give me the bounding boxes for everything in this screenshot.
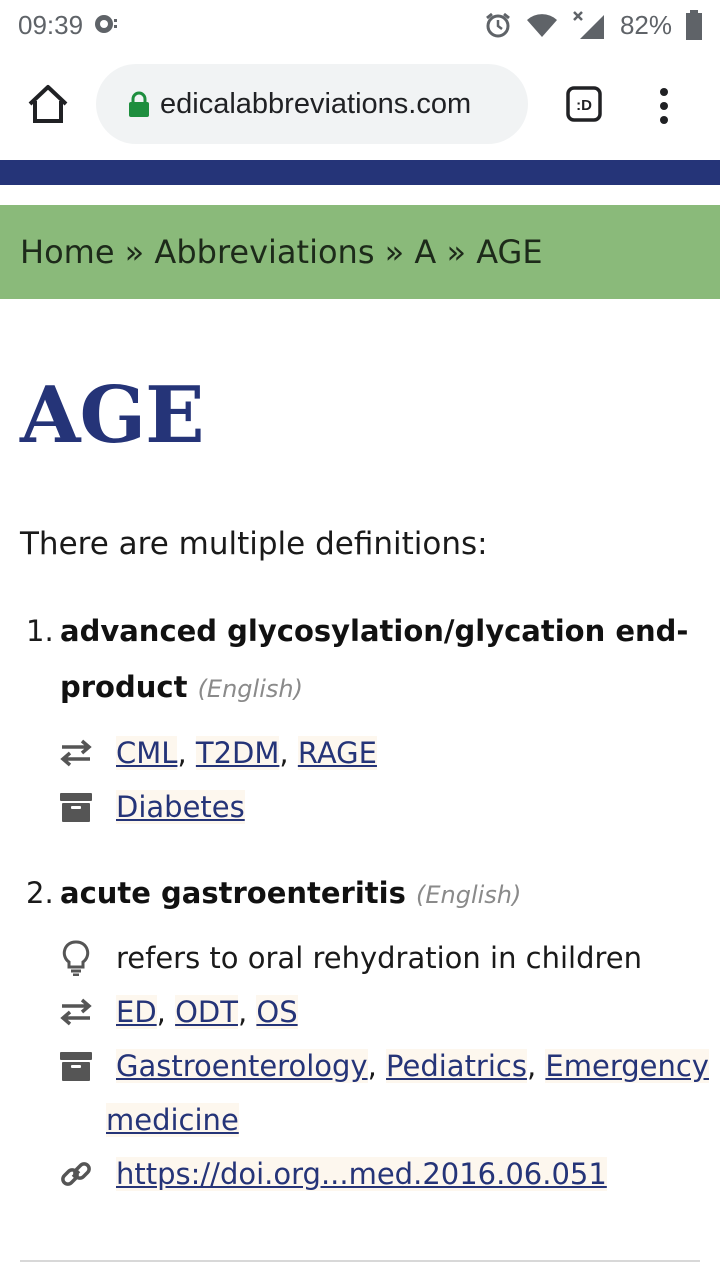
wifi-icon xyxy=(526,14,557,38)
breadcrumb-separator: » xyxy=(374,233,415,271)
status-bar: 09:39 82% xyxy=(0,0,720,50)
battery-percent: 82% xyxy=(619,9,672,40)
category-row: Diabetes xyxy=(58,787,245,827)
related-row: ED, ODT, OS xyxy=(58,992,298,1032)
definition-term-line1: advanced glycosylation/glycation end- xyxy=(60,614,689,648)
source-link[interactable]: https://doi.org...med.2016.06.051 xyxy=(116,1157,607,1191)
exchange-icon xyxy=(58,735,94,771)
definition-term-text: acute gastroenteritis xyxy=(60,876,406,910)
home-icon[interactable] xyxy=(26,82,70,126)
page-title: AGE xyxy=(20,370,205,461)
lock-icon xyxy=(129,91,149,117)
category-link[interactable]: Diabetes xyxy=(116,790,245,824)
category-row-continued: medicine xyxy=(106,1100,239,1140)
alarm-icon xyxy=(486,12,510,38)
definition-number: 2. xyxy=(26,876,54,910)
tab-switcher-icon[interactable]: :D xyxy=(566,86,602,122)
lightbulb-icon xyxy=(58,940,94,976)
intro-text: There are multiple definitions: xyxy=(20,526,488,562)
related-link[interactable]: ODT xyxy=(175,995,238,1029)
definition-term: advanced glycosylation/glycation end- xyxy=(60,614,688,648)
breadcrumb-separator: » xyxy=(114,233,155,271)
more-options-icon[interactable] xyxy=(650,86,678,126)
related-link[interactable]: ED xyxy=(116,995,157,1029)
divider xyxy=(20,1260,700,1262)
site-header-band xyxy=(0,160,720,185)
category-link[interactable]: medicine xyxy=(106,1103,239,1137)
url-text[interactable]: edicalabbreviations.com xyxy=(160,88,520,121)
category-row: Gastroenterology, Pediatrics, Emergency xyxy=(58,1046,709,1086)
language-label: (English) xyxy=(415,881,522,909)
related-link[interactable]: OS xyxy=(256,995,298,1029)
battery-icon xyxy=(686,10,702,40)
cell-signal-icon xyxy=(573,11,604,39)
category-link[interactable]: Gastroenterology xyxy=(116,1049,368,1083)
note-text: refers to oral rehydration in children xyxy=(116,941,643,975)
related-row: CML, T2DM, RAGE xyxy=(58,733,377,773)
svg-text::D: :D xyxy=(576,97,592,114)
link-icon xyxy=(58,1156,94,1192)
note-row: refers to oral rehydration in children xyxy=(58,938,642,978)
breadcrumb-abbreviations[interactable]: Abbreviations xyxy=(154,233,374,271)
language-label: (English) xyxy=(197,675,303,703)
related-link[interactable]: CML xyxy=(116,736,178,770)
status-time: 09:39 xyxy=(18,9,84,40)
breadcrumb-current: AGE xyxy=(476,233,543,271)
definition-number: 1. xyxy=(26,614,54,648)
breadcrumb-separator: » xyxy=(436,233,477,271)
category-link[interactable]: Emergency xyxy=(545,1049,709,1083)
definition-term: acute gastroenteritis (English) xyxy=(60,876,521,910)
category-link[interactable]: Pediatrics xyxy=(386,1049,527,1083)
definition-term-line2: product xyxy=(60,670,188,704)
related-link[interactable]: T2DM xyxy=(195,736,280,770)
archive-icon xyxy=(58,789,94,825)
notification-icon xyxy=(95,15,118,33)
exchange-icon xyxy=(58,994,94,1030)
address-bar[interactable]: edicalabbreviations.com xyxy=(96,64,528,144)
related-link[interactable]: RAGE xyxy=(297,736,377,770)
breadcrumb: Home » Abbreviations » A » AGE xyxy=(0,205,720,299)
definition-term: product (English) xyxy=(60,670,303,704)
archive-icon xyxy=(58,1048,94,1084)
breadcrumb-letter[interactable]: A xyxy=(414,233,436,271)
breadcrumb-home[interactable]: Home xyxy=(20,233,115,271)
source-row: https://doi.org...med.2016.06.051 xyxy=(58,1154,607,1194)
browser-toolbar: edicalabbreviations.com :D xyxy=(0,50,720,160)
